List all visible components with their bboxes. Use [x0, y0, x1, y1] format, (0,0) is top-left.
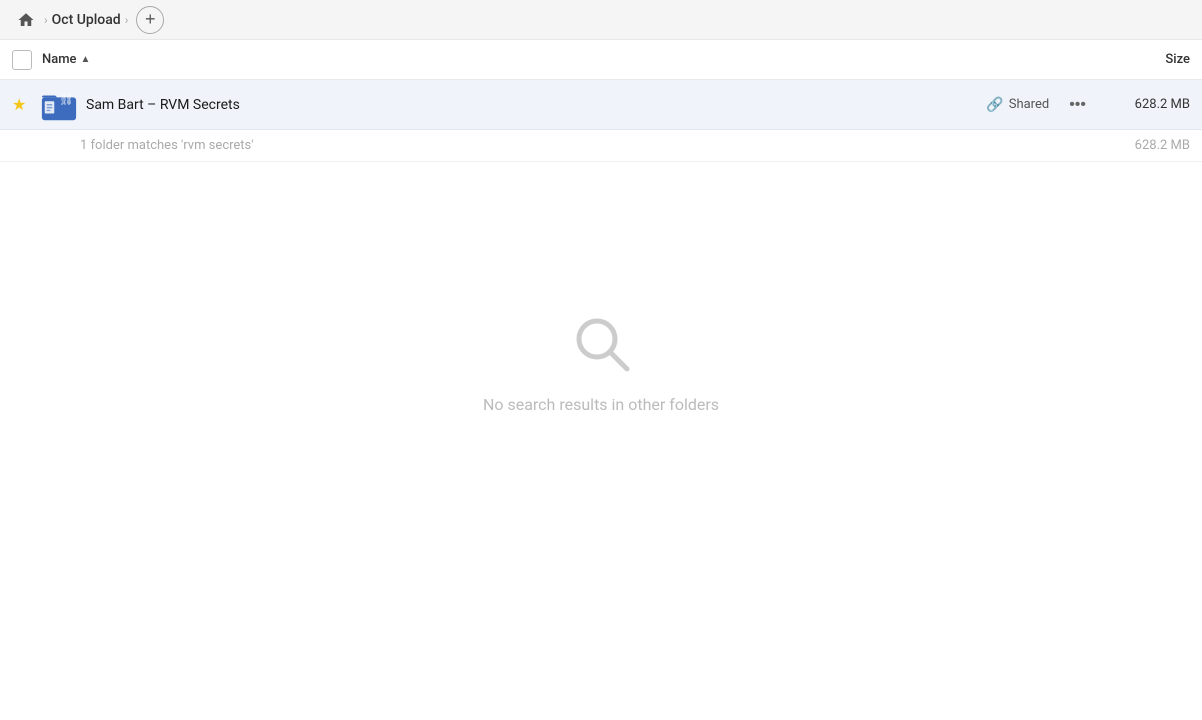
home-icon — [17, 11, 35, 29]
matches-size: 628.2 MB — [1135, 138, 1190, 153]
shared-label: Shared — [1009, 97, 1049, 112]
star-icon[interactable]: ★ — [12, 95, 32, 114]
breadcrumb-folder[interactable]: Oct Upload — [52, 12, 121, 28]
more-options-button[interactable]: ••• — [1065, 92, 1090, 118]
link-icon: 🔗 — [986, 97, 1003, 113]
breadcrumb-separator-1: › — [44, 13, 48, 27]
sort-arrow-icon: ▲ — [81, 54, 91, 65]
folder-icon: ⛓ — [40, 86, 78, 124]
matches-text: 1 folder matches 'rvm secrets' — [80, 138, 254, 153]
breadcrumb-separator-2: › — [125, 13, 129, 27]
home-button[interactable] — [12, 6, 40, 34]
svg-text:⛓: ⛓ — [59, 93, 73, 106]
select-all-checkbox[interactable] — [12, 50, 32, 70]
file-list-item[interactable]: ★ ⛓ Sam Bart – RVM Secrets 🔗 Shared ••• … — [0, 80, 1202, 130]
file-size-value: 628.2 MB — [1110, 97, 1190, 112]
size-column-header: Size — [1110, 52, 1190, 67]
no-results-message: No search results in other folders — [483, 395, 719, 414]
search-empty-icon — [569, 311, 633, 379]
add-button[interactable]: + — [136, 6, 164, 34]
file-name-label: Sam Bart – RVM Secrets — [86, 97, 986, 113]
name-column-header[interactable]: Name ▲ — [42, 52, 1110, 67]
matches-info-row: 1 folder matches 'rvm secrets' 628.2 MB — [0, 130, 1202, 162]
folder-icon-svg: ⛓ — [40, 86, 78, 124]
name-column-label: Name — [42, 52, 77, 67]
empty-state: No search results in other folders — [0, 162, 1202, 562]
shared-badge: 🔗 Shared — [986, 97, 1049, 113]
column-header-row: Name ▲ Size — [0, 40, 1202, 80]
breadcrumb-bar: › Oct Upload › + — [0, 0, 1202, 40]
